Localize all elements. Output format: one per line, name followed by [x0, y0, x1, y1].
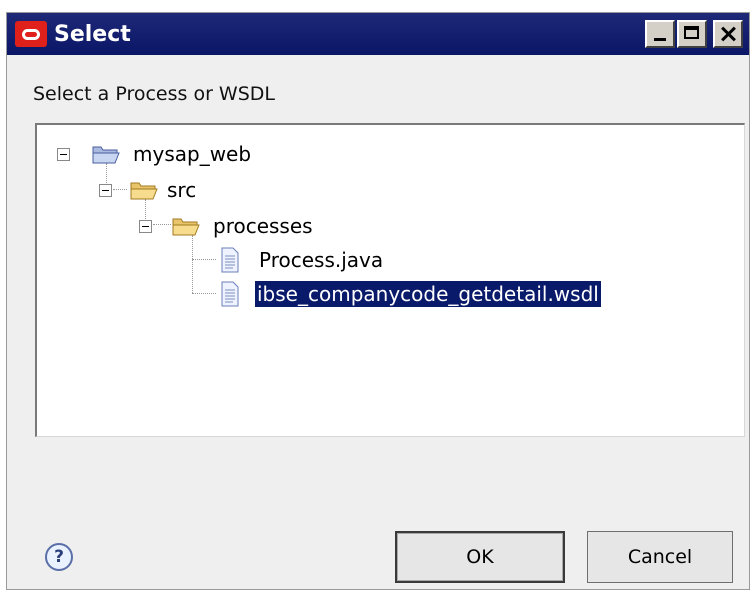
- window-controls: [645, 20, 743, 48]
- open-folder-icon: [130, 182, 158, 200]
- help-icon[interactable]: ?: [45, 543, 73, 571]
- open-folder-icon: [92, 146, 120, 164]
- tree-node-label: processes: [213, 214, 313, 238]
- collapse-icon[interactable]: [57, 148, 70, 161]
- tree-connector: [153, 224, 171, 225]
- minimize-icon[interactable]: [645, 20, 675, 48]
- dialog-prompt: Select a Process or WSDL: [33, 83, 275, 105]
- tree-connector: [192, 235, 193, 293]
- title-bar[interactable]: Select: [7, 13, 749, 55]
- ok-button[interactable]: OK: [395, 531, 565, 583]
- select-dialog: Select Select a Process or WSDL mysap_we…: [6, 12, 750, 590]
- tree-connector: [113, 189, 127, 190]
- tree-connector: [192, 293, 216, 294]
- document-icon: [221, 247, 239, 273]
- document-icon: [221, 281, 239, 307]
- tree-connector: [106, 163, 107, 183]
- tree-connector: [145, 199, 146, 219]
- file-tree[interactable]: mysap_web src processes Process.java ibs…: [35, 123, 745, 437]
- collapse-icon[interactable]: [99, 184, 112, 197]
- tree-node-label: mysap_web: [133, 142, 252, 166]
- oracle-logo-icon: [15, 21, 47, 47]
- close-icon[interactable]: [713, 20, 743, 48]
- tree-connector: [192, 259, 216, 260]
- cancel-button[interactable]: Cancel: [587, 531, 733, 583]
- tree-node-label: Process.java: [259, 248, 384, 272]
- tree-node-label: ibse_companycode_getdetail.wsdl: [254, 280, 602, 308]
- open-folder-icon: [172, 218, 200, 236]
- dialog-title: Select: [54, 21, 131, 47]
- maximize-icon[interactable]: [677, 20, 707, 48]
- collapse-icon[interactable]: [139, 220, 152, 233]
- tree-node-label: src: [167, 178, 197, 202]
